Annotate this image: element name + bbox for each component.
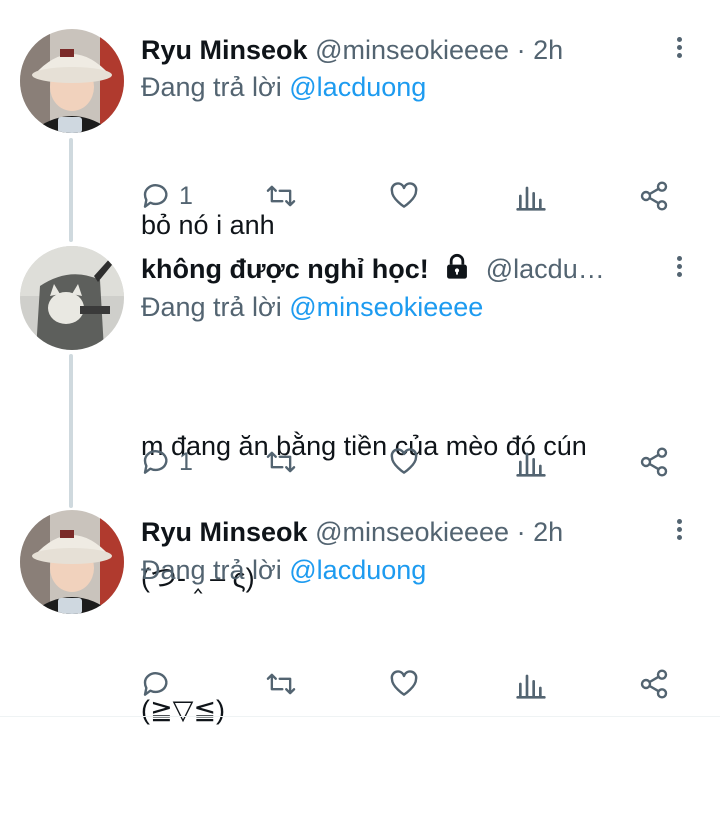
like-button[interactable] [388, 664, 420, 704]
tweet[interactable]: Ryu Minseok @minseokieeee · 2h Đang trả … [0, 0, 720, 240]
share-icon [640, 447, 668, 477]
avatar[interactable] [20, 29, 124, 133]
retweet-icon [266, 451, 296, 473]
reply-count: 1 [179, 447, 193, 476]
user-handle[interactable]: @minseokieeee [315, 517, 509, 547]
tweet-text: (≧▽≦) [141, 600, 225, 820]
heart-icon [390, 670, 418, 696]
heart-icon [390, 182, 418, 208]
share-button[interactable] [638, 442, 670, 482]
like-button[interactable] [388, 176, 420, 216]
bottom-divider [0, 716, 720, 717]
display-name[interactable]: Ryu Minseok [141, 517, 308, 547]
display-name[interactable]: không được nghỉ học! [141, 254, 429, 284]
replying-to: Đang trả lời @lacduong [141, 553, 426, 587]
retweet-button[interactable] [264, 664, 298, 704]
analytics-icon [516, 452, 546, 477]
replying-to-label: Đang trả lời [141, 292, 290, 322]
heart-icon [390, 448, 418, 474]
more-options-icon[interactable] [672, 34, 686, 64]
retweet-button[interactable] [264, 442, 298, 482]
reply-button[interactable]: 1 [141, 442, 193, 482]
replying-to-label: Đang trả lời [141, 72, 290, 102]
like-button[interactable] [388, 442, 420, 482]
mention-link[interactable]: @minseokieeee [289, 292, 483, 322]
tweet[interactable]: không được nghỉ học! @lacdu… Đang trả lờ… [0, 232, 720, 593]
mention-link[interactable]: @lacduong [289, 72, 426, 102]
action-bar: 1 [0, 176, 720, 216]
reply-icon [143, 450, 168, 474]
timestamp[interactable]: · 2h [517, 517, 564, 547]
avatar[interactable] [20, 246, 124, 350]
display-name[interactable]: Ryu Minseok [141, 35, 308, 65]
analytics-button[interactable] [516, 442, 546, 482]
share-icon [640, 669, 668, 699]
action-bar [0, 664, 720, 704]
reply-button[interactable]: 1 [141, 176, 193, 216]
retweet-icon [266, 185, 296, 207]
more-options-icon[interactable] [672, 516, 686, 546]
reply-button[interactable] [141, 664, 179, 704]
avatar[interactable] [20, 510, 124, 614]
share-icon [640, 181, 668, 211]
analytics-button[interactable] [516, 176, 546, 216]
retweet-icon [266, 673, 296, 695]
share-button[interactable] [638, 176, 670, 216]
reply-icon [143, 184, 168, 208]
tweet-header: không được nghỉ học! @lacdu… [141, 252, 660, 286]
analytics-button[interactable] [516, 664, 546, 704]
user-handle[interactable]: @minseokieeee [315, 35, 509, 65]
analytics-icon [516, 186, 546, 211]
reply-icon [143, 672, 168, 696]
analytics-icon [516, 674, 546, 699]
replying-to-label: Đang trả lời [141, 555, 290, 585]
tweet[interactable]: Ryu Minseok @minseokieeee · 2h Đang trả … [0, 498, 720, 725]
lock-icon [442, 253, 472, 286]
retweet-button[interactable] [264, 176, 298, 216]
mention-link[interactable]: @lacduong [289, 555, 426, 585]
replying-to: Đang trả lời @minseokieeee [141, 290, 483, 324]
action-bar: 1 [0, 442, 720, 482]
tweet-header: Ryu Minseok @minseokieeee · 2h [141, 515, 660, 549]
share-button[interactable] [638, 664, 670, 704]
reply-count: 1 [179, 181, 193, 210]
replying-to: Đang trả lời @lacduong [141, 70, 426, 104]
user-handle[interactable]: @lacdu… [486, 254, 605, 284]
more-options-icon[interactable] [672, 253, 686, 283]
tweet-header: Ryu Minseok @minseokieeee · 2h [141, 33, 660, 67]
timestamp[interactable]: · 2h [517, 35, 564, 65]
